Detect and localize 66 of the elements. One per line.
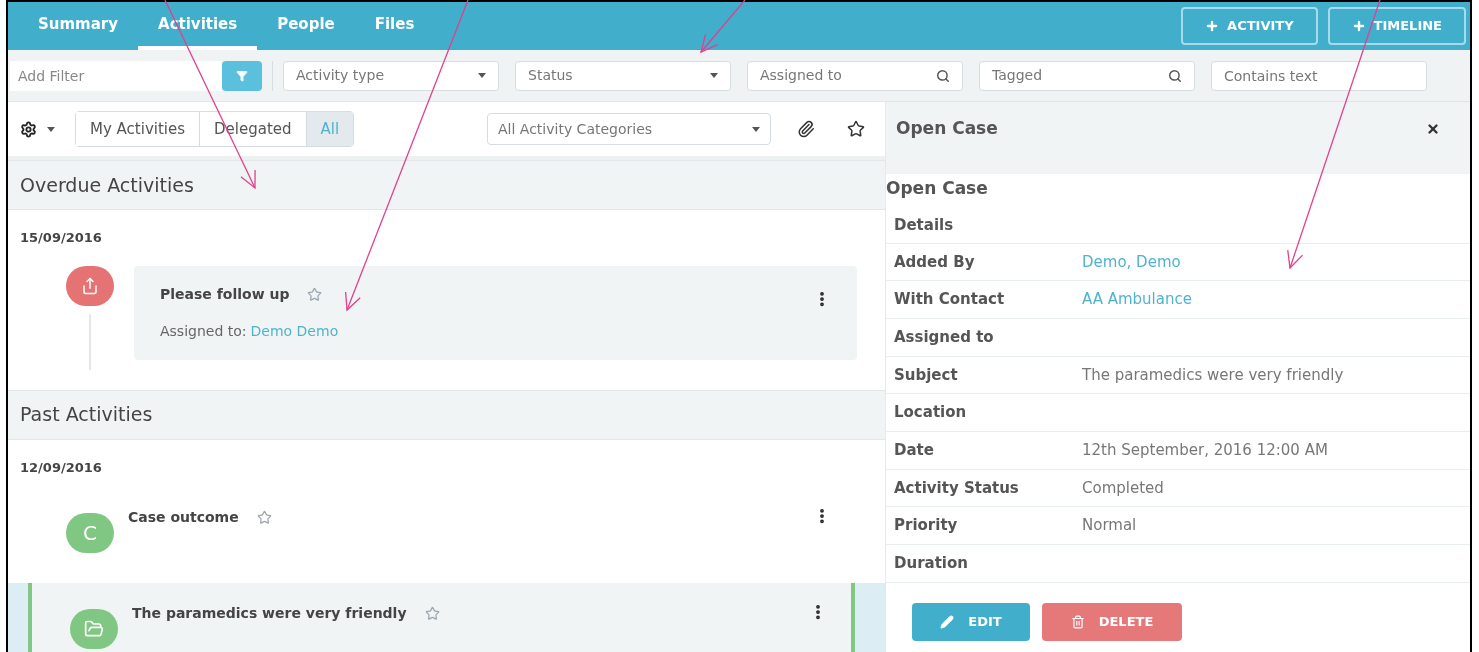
detail-link[interactable]: Demo, Demo: [1082, 250, 1181, 274]
search-field[interactable]: Tagged: [979, 60, 1195, 91]
pencil-icon: [940, 614, 955, 629]
assignee-link[interactable]: Demo Demo: [250, 320, 339, 342]
group-date: 15/09/2016: [20, 229, 102, 247]
star-icon[interactable]: [307, 286, 323, 302]
section-heading: Overdue Activities: [20, 172, 194, 198]
edit-button[interactable]: EDIT: [912, 602, 1030, 641]
attachment-icon[interactable]: [797, 120, 815, 138]
filter-select[interactable]: Activity type: [283, 60, 499, 91]
detail-label: Activity Status: [894, 477, 1020, 499]
detail-label: Location: [894, 402, 968, 424]
gear-icon: [20, 120, 37, 138]
activity-title: The paramedics were very friendly: [132, 604, 407, 623]
activity-row[interactable]: The paramedics were very friendly: [8, 583, 885, 652]
plus-icon: [1351, 19, 1366, 33]
detail-value: The paramedics were very friendly: [1082, 364, 1344, 386]
nav-tab[interactable]: Summary: [18, 2, 139, 50]
add-filter-field[interactable]: Add Filter: [10, 60, 222, 91]
view-toggle[interactable]: My Activities: [76, 112, 201, 146]
caret-icon: [752, 126, 760, 132]
star-icon[interactable]: [424, 606, 440, 621]
detail-link[interactable]: AA Ambulance: [1082, 288, 1192, 311]
search-icon: [936, 68, 950, 83]
category-select[interactable]: All Activity Categories: [487, 113, 771, 145]
activity-card[interactable]: Please follow up Assigned to: Demo Demo: [134, 265, 857, 360]
caret-icon: [478, 73, 486, 78]
detail-label: Added By: [894, 251, 976, 273]
contains-text-field[interactable]: Contains text: [1211, 60, 1427, 91]
detail-label: Details: [894, 214, 954, 236]
detail-heading: Open Case: [886, 177, 988, 200]
activity-title: Please follow up: [160, 284, 290, 304]
detail-label: Duration: [894, 553, 969, 575]
nav-tab[interactable]: Files: [354, 2, 435, 50]
detail-label: With Contact: [894, 289, 1006, 311]
caret-icon: [47, 126, 55, 132]
search-icon: [1168, 68, 1182, 83]
activity-row[interactable]: C Case outcome: [8, 487, 885, 581]
assigned-label: Assigned to:: [160, 321, 247, 341]
star-icon[interactable]: [256, 510, 272, 525]
close-icon[interactable]: [1426, 122, 1440, 136]
detail-label: Assigned to: [894, 326, 995, 348]
plus-icon: [1205, 19, 1220, 33]
group-date: 12/09/2016: [20, 458, 102, 477]
filter-select[interactable]: Status: [515, 60, 731, 91]
delete-button[interactable]: DELETE: [1042, 602, 1182, 641]
search-field[interactable]: Assigned to: [747, 60, 963, 91]
add-button[interactable]: ACTIVITY: [1181, 7, 1318, 45]
trash-icon: [1070, 614, 1085, 629]
activity-avatar: C: [66, 513, 114, 553]
annotation-arrow: [700, 0, 746, 54]
section-heading: Past Activities: [20, 402, 153, 428]
detail-label: Date: [894, 440, 935, 462]
favorite-icon[interactable]: [847, 120, 865, 138]
view-toggle[interactable]: All: [306, 112, 354, 146]
detail-value: 12th September, 2016 12:00 AM: [1082, 440, 1328, 462]
panel-title: Open Case: [896, 117, 998, 140]
detail-value: Normal: [1082, 515, 1137, 537]
filter-icon: [236, 69, 248, 82]
detail-label: Subject: [894, 364, 959, 386]
add-button[interactable]: TIMELINE: [1327, 7, 1466, 45]
caret-icon: [710, 73, 718, 78]
nav-tab[interactable]: People: [257, 2, 355, 50]
detail-label: Priority: [894, 515, 959, 537]
activity-title: Case outcome: [128, 508, 239, 527]
detail-value: Completed: [1082, 477, 1164, 499]
